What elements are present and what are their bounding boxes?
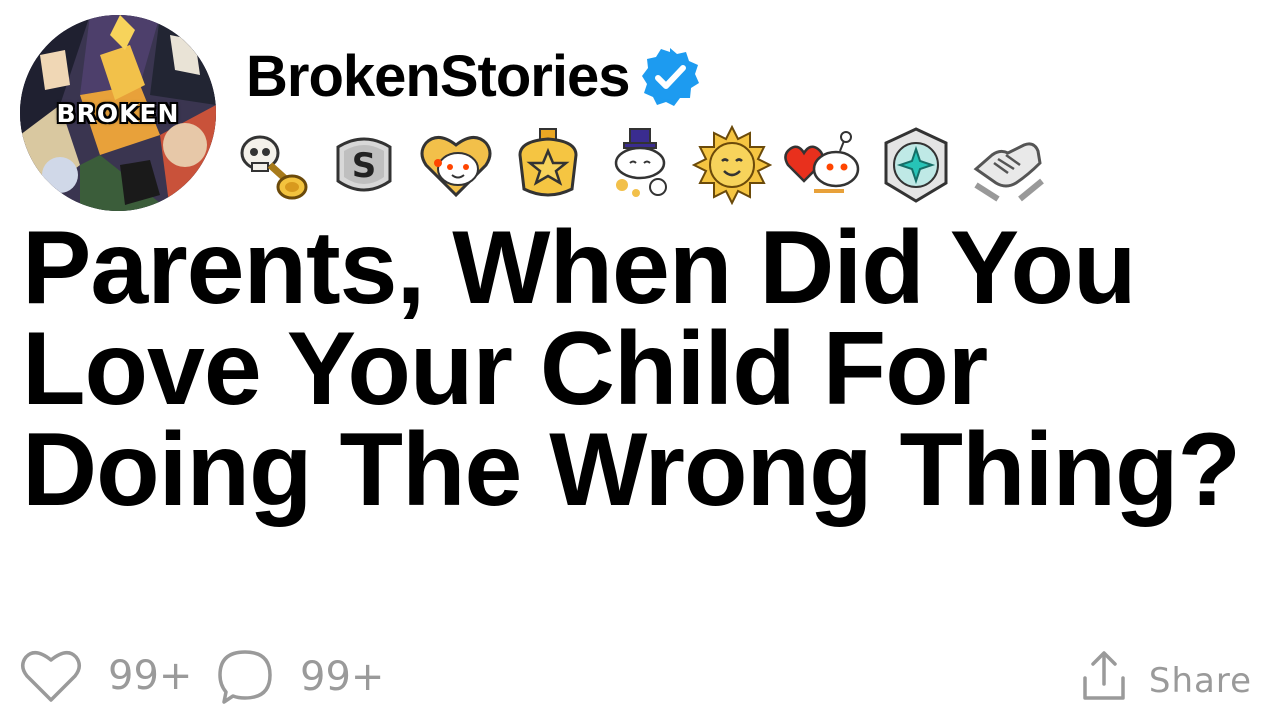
comment-bubble-icon xyxy=(216,648,274,706)
post-header: BROKEN BrokenStories S xyxy=(20,15,1260,215)
post-title: Parents, When Did You Love Your Child Fo… xyxy=(22,210,1241,528)
snoo-heart-award-icon xyxy=(784,125,864,205)
author-row: BrokenStories xyxy=(246,37,701,117)
comment-count: 99+ xyxy=(300,654,385,700)
snoo-top-hat-award-icon xyxy=(600,125,680,205)
avatar-label: BROKEN xyxy=(56,99,180,128)
awards-row: S xyxy=(232,123,1060,207)
silver-s-award-icon: S xyxy=(324,125,404,205)
avatar[interactable]: BROKEN xyxy=(20,15,216,211)
share-icon xyxy=(1081,650,1127,711)
like-count: 99+ xyxy=(108,653,193,699)
verified-badge-icon xyxy=(639,46,701,108)
username[interactable]: BrokenStories xyxy=(246,48,630,106)
heart-snoo-award-icon xyxy=(416,125,496,205)
skull-trumpet-award-icon xyxy=(232,125,312,205)
svg-text:S: S xyxy=(352,146,377,186)
share-label: Share xyxy=(1148,660,1252,701)
handshake-award-icon xyxy=(968,125,1048,205)
gold-star-award-icon xyxy=(508,125,588,205)
share-button[interactable]: Share xyxy=(1081,650,1252,711)
sun-face-award-icon xyxy=(692,125,772,205)
heart-icon xyxy=(20,648,82,704)
post-footer: 99+ 99+ Share xyxy=(20,640,1260,710)
comment-button[interactable]: 99+ xyxy=(216,648,384,706)
like-button[interactable]: 99+ xyxy=(20,648,192,704)
platinum-award-icon xyxy=(876,125,956,205)
